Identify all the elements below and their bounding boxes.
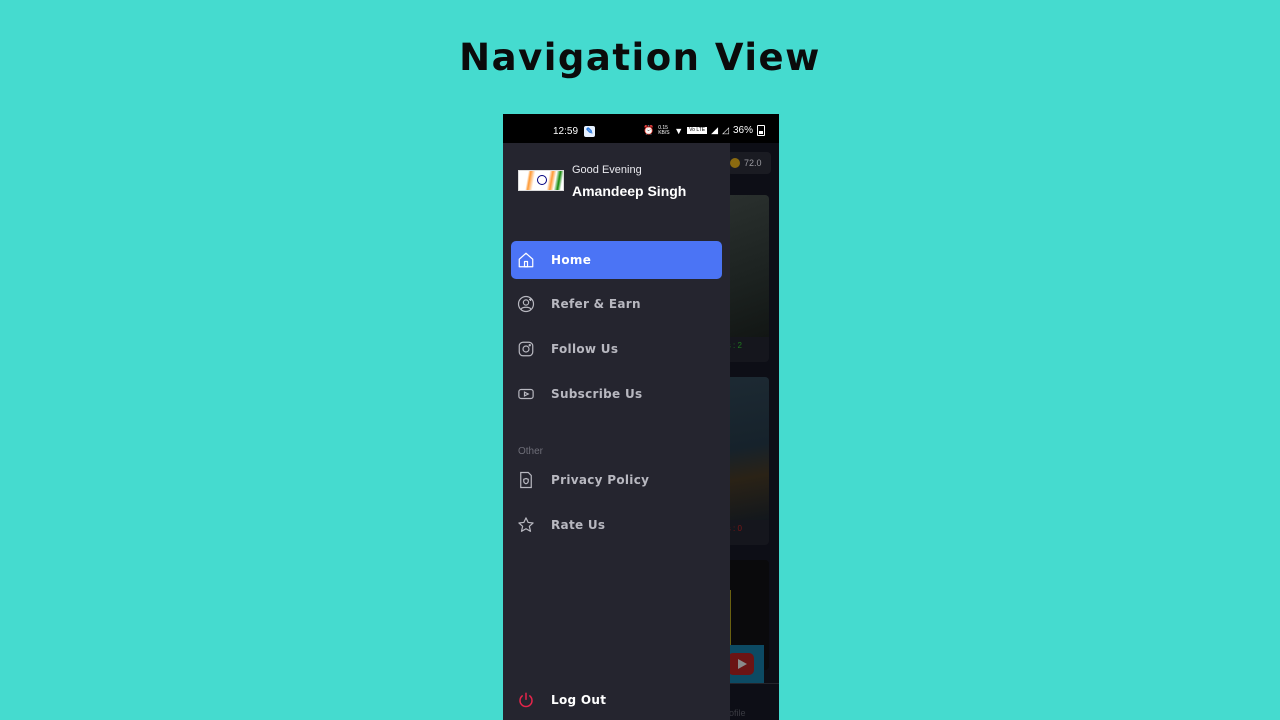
coin-icon xyxy=(730,158,740,168)
section-label-other: Other xyxy=(518,446,544,457)
user-plus-icon xyxy=(517,295,535,313)
greeting-text: Good Evening xyxy=(572,164,642,176)
menu-item-rate-us[interactable]: Rate Us xyxy=(511,506,722,544)
menu-item-follow-us[interactable]: Follow Us xyxy=(511,330,722,368)
volte-icon: Vo LTE xyxy=(687,127,708,134)
policy-document-icon xyxy=(517,471,535,489)
drawer-header: Good Evening Amandeep Singh xyxy=(503,143,730,213)
alarm-icon: ⏰ xyxy=(642,125,655,135)
coin-balance-value: 72.0 xyxy=(744,158,762,168)
menu-item-home[interactable]: Home xyxy=(511,241,722,279)
menu-item-label: Refer & Earn xyxy=(551,297,641,311)
menu-item-refer-earn[interactable]: Refer & Earn xyxy=(511,285,722,323)
star-icon xyxy=(517,516,535,534)
battery-icon xyxy=(757,125,765,136)
user-name: Amandeep Singh xyxy=(572,183,687,199)
signal-2-icon: ◿ xyxy=(722,125,729,135)
signal-icon: ◢ xyxy=(711,125,719,135)
avatar xyxy=(518,170,564,191)
menu-item-privacy-policy[interactable]: Privacy Policy xyxy=(511,461,722,499)
coin-balance: 72.0 xyxy=(727,152,771,174)
navigation-drawer: Good Evening Amandeep Singh Home Refer &… xyxy=(503,143,730,720)
menu-item-label: Subscribe Us xyxy=(551,387,643,401)
status-bar: 12:59 ✎ ⏰ 0.15 KB/S ▼ Vo LTE ◢ ◿ 36% xyxy=(503,114,779,143)
home-icon xyxy=(517,251,535,269)
menu-item-label: Rate Us xyxy=(551,518,606,532)
logout-button[interactable]: Log Out xyxy=(511,681,722,719)
youtube-icon xyxy=(517,385,535,403)
wifi-icon: ▼ xyxy=(674,125,684,136)
menu-item-label: Home xyxy=(551,253,592,267)
phone-frame: 12:59 ✎ ⏰ 0.15 KB/S ▼ Vo LTE ◢ ◿ 36% 72.… xyxy=(503,114,779,720)
battery-percent: 36% xyxy=(732,125,753,136)
status-time: 12:59 xyxy=(553,126,579,137)
page-title: Navigation View xyxy=(459,36,821,79)
power-icon xyxy=(517,691,535,709)
menu-item-label: Privacy Policy xyxy=(551,473,650,487)
menu-item-subscribe-us[interactable]: Subscribe Us xyxy=(511,375,722,413)
instagram-icon xyxy=(517,340,535,358)
app-notification-icon: ✎ xyxy=(584,126,595,137)
logout-label: Log Out xyxy=(551,693,607,707)
youtube-play-icon xyxy=(728,653,754,675)
menu-item-label: Follow Us xyxy=(551,342,619,356)
bottom-nav-profile-label: ofile xyxy=(729,708,746,718)
network-speed: 0.15 KB/S xyxy=(658,124,670,136)
